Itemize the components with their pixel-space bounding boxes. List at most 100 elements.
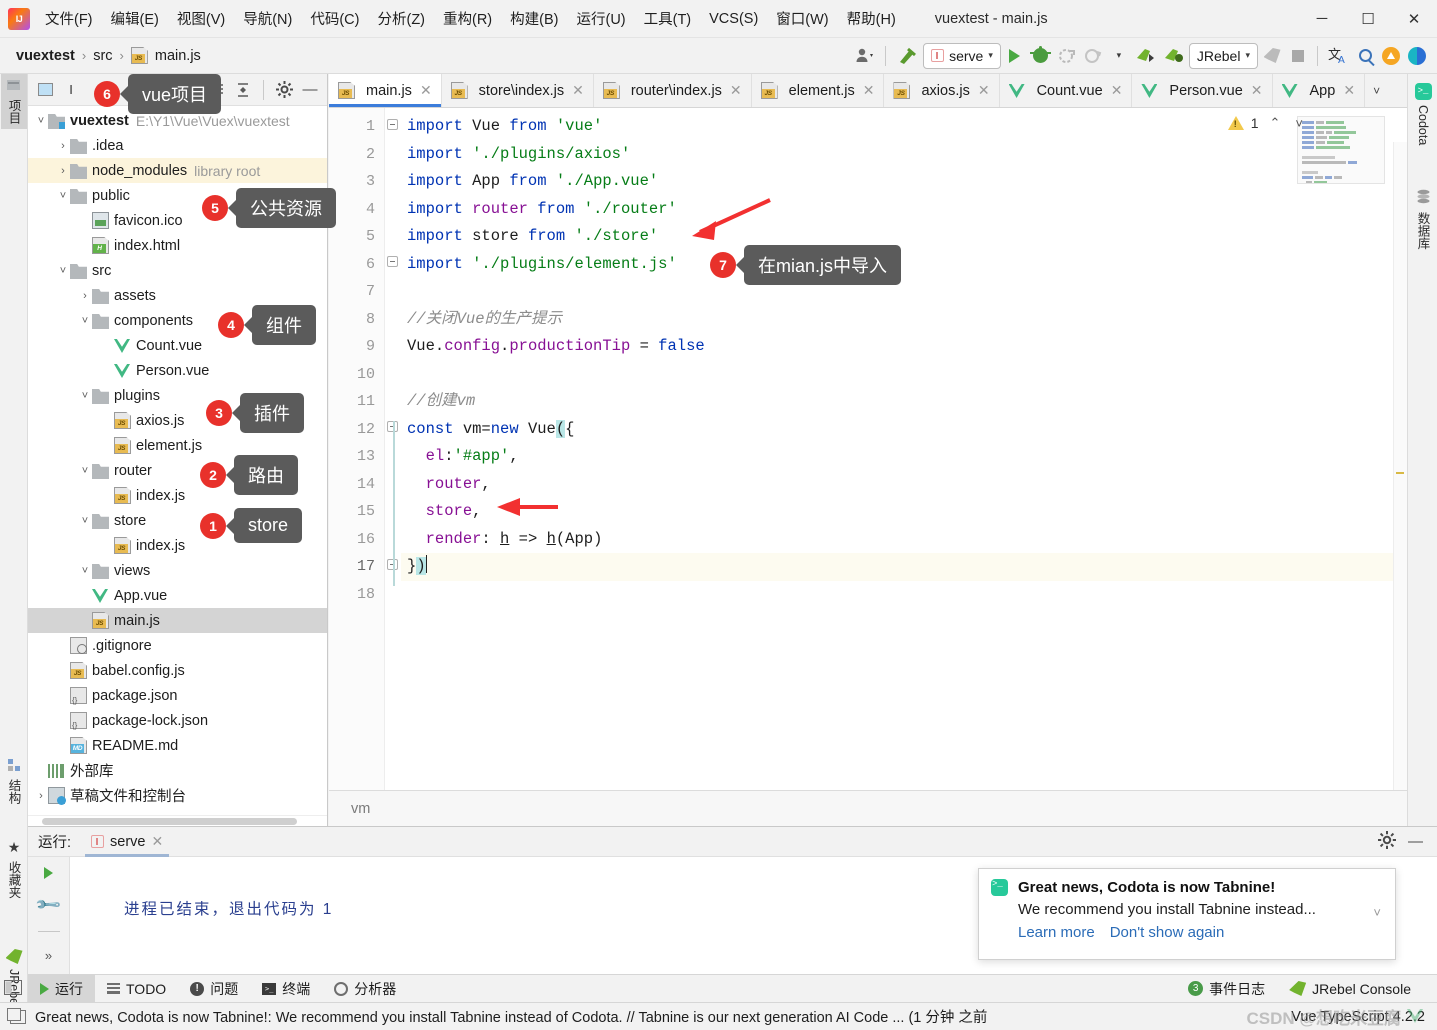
bottom-item-terminal[interactable]: >_ 终端 (250, 975, 322, 1003)
sidebar-item-favorites[interactable]: ★ 收藏夹 (1, 834, 27, 904)
project-horizontal-scrollbar[interactable] (28, 815, 327, 826)
code-line-14[interactable]: router, (401, 471, 1407, 499)
editor-tabs-overflow-icon[interactable]: ˅ (1365, 74, 1388, 107)
editor-right-gutter[interactable] (1393, 142, 1407, 826)
menu-item-file[interactable]: 文件(F) (36, 4, 102, 33)
editor-tab-router-index-js[interactable]: JS router\index.js ✕ (594, 74, 752, 107)
editor-tab-bar[interactable]: JS main.js ✕ JS store\index.js ✕ JS router\inde… (329, 74, 1407, 108)
hide-panel-icon[interactable]: — (1408, 833, 1423, 850)
code-line-9[interactable]: Vue.config.productionTip = false (401, 333, 1407, 361)
profile-dropdown-icon[interactable]: ▾ (1107, 43, 1131, 69)
bottom-item-event-log[interactable]: 3 事件日志 (1176, 975, 1277, 1003)
run-tab-serve[interactable]: serve ✕ (81, 827, 173, 857)
learn-more-link[interactable]: Learn more (1018, 924, 1095, 941)
fold-marker-line6[interactable] (387, 256, 398, 267)
tree-node-index-js[interactable]: JS index.js (28, 483, 327, 508)
editor-breadcrumb-bar[interactable]: vm (329, 790, 1407, 826)
tree-node--idea[interactable]: › .idea (28, 133, 327, 158)
code-line-12[interactable]: const vm=new Vue({ (401, 416, 1407, 444)
sidebar-item-database[interactable]: 数据库 (1410, 184, 1436, 255)
tree-node-草稿文件和控制台[interactable]: › 草稿文件和控制台 (28, 783, 327, 808)
breadcrumb-src[interactable]: src (91, 46, 114, 66)
menu-item-tools[interactable]: 工具(T) (635, 4, 701, 33)
menu-item-analyze[interactable]: 分析(Z) (368, 4, 434, 33)
chevron-down-icon[interactable]: ˅ (78, 390, 92, 402)
settings-gear-icon[interactable] (1378, 831, 1396, 852)
bottom-item-run[interactable]: 运行 (28, 974, 95, 1003)
sidebar-item-project[interactable]: 项目 (1, 74, 27, 129)
tree-node-favicon-ico[interactable]: favicon.ico (28, 208, 327, 233)
bottom-item-jrebel-console[interactable]: JRebel Console (1277, 975, 1423, 1003)
code-line-5[interactable]: import store from './store' (401, 223, 1407, 251)
codota-icon[interactable] (1405, 43, 1429, 69)
editor-tab-person-vue[interactable]: Person.vue ✕ (1132, 74, 1273, 107)
tree-node-axios-js[interactable]: JS axios.js (28, 408, 327, 433)
code-line-7[interactable] (401, 278, 1407, 306)
status-message[interactable]: Great news, Codota is now Tabnine!: We r… (35, 1006, 987, 1027)
translate-icon[interactable]: 文A (1325, 43, 1351, 69)
tree-node-readme-md[interactable]: MD README.md (28, 733, 327, 758)
breadcrumb-file[interactable]: main.js (153, 46, 203, 66)
stop-icon[interactable] (1286, 43, 1310, 69)
minimize-button[interactable]: ─ (1299, 0, 1345, 38)
chevron-right-icon[interactable]: › (56, 140, 70, 152)
menu-item-build[interactable]: 构建(B) (501, 4, 567, 33)
code-text[interactable]: import Vue from 'vue' import './plugins/a… (401, 108, 1407, 826)
hide-panel-icon[interactable]: — (299, 79, 321, 101)
code-editor[interactable]: 1 2 3 4 5 6 7 8 9 10 11 12 13 14 15 16 17 18 import Vue f… (329, 108, 1407, 826)
chevron-down-icon[interactable]: ˅ (56, 265, 70, 277)
update-icon[interactable] (1379, 43, 1403, 69)
editor-tab-element-js[interactable]: JS element.js ✕ (752, 74, 885, 107)
fold-marker-line1[interactable] (387, 119, 398, 130)
editor-tab-axios-js[interactable]: JS axios.js ✕ (884, 74, 1000, 107)
tree-node-package-lock-json[interactable]: package-lock.json (28, 708, 327, 733)
tree-node-plugins[interactable]: ˅ plugins (28, 383, 327, 408)
close-icon[interactable]: ✕ (572, 82, 584, 99)
menu-item-vcs[interactable]: VCS(S) (700, 7, 767, 31)
close-icon[interactable]: ✕ (1343, 82, 1355, 99)
chevron-down-icon[interactable]: ˅ (56, 190, 70, 202)
menu-item-navigate[interactable]: 导航(N) (234, 4, 301, 33)
editor-tab-count-vue[interactable]: Count.vue ✕ (1000, 74, 1133, 107)
code-line-15[interactable]: store, (401, 498, 1407, 526)
tree-node-babel-config-js[interactable]: JS babel.config.js (28, 658, 327, 683)
run-icon[interactable] (1003, 43, 1027, 69)
menu-item-view[interactable]: 视图(V) (168, 4, 234, 33)
status-framework-version[interactable]: Vue TypeScript 4.2.2 (1291, 1009, 1425, 1025)
tree-node-views[interactable]: ˅ views (28, 558, 327, 583)
tree-node-src[interactable]: ˅ src (28, 258, 327, 283)
maximize-button[interactable]: ☐ (1345, 0, 1391, 38)
tree-node-外部库[interactable]: 外部库 (28, 758, 327, 783)
chevron-right-icon[interactable]: › (78, 290, 92, 302)
tree-node-package-json[interactable]: package.json (28, 683, 327, 708)
tree-node-node_modules[interactable]: › node_modules library root (28, 158, 327, 183)
code-line-17[interactable]: }) (401, 553, 1407, 581)
user-avatar-icon[interactable] (852, 43, 878, 69)
expand-all-icon[interactable] (232, 79, 254, 101)
tree-node-person-vue[interactable]: Person.vue (28, 358, 327, 383)
menu-item-code[interactable]: 代码(C) (301, 4, 368, 33)
menu-item-help[interactable]: 帮助(H) (838, 4, 905, 33)
previous-problem-icon[interactable]: ⌃ (1266, 115, 1285, 131)
code-line-13[interactable]: el:'#app', (401, 443, 1407, 471)
tree-node-store[interactable]: ˅ store (28, 508, 327, 533)
next-problem-icon[interactable]: ˅ (1291, 116, 1307, 131)
jrebel-stop-icon[interactable] (1260, 43, 1284, 69)
run-configuration-selector[interactable]: serve ▾ (923, 42, 1001, 69)
run-with-coverage-icon[interactable] (1055, 43, 1079, 69)
code-line-3[interactable]: import App from './App.vue' (401, 168, 1407, 196)
code-line-16[interactable]: render: h => h(App) (401, 526, 1407, 554)
close-icon[interactable]: ✕ (863, 82, 875, 99)
bottom-item-todo[interactable]: TODO (95, 975, 178, 1003)
chevron-right-icon[interactable]: › (56, 165, 70, 177)
search-everywhere-icon[interactable] (1353, 43, 1377, 69)
tree-node-index-html[interactable]: Hindex.html (28, 233, 327, 258)
tree-node-components[interactable]: ˅ components (28, 308, 327, 333)
close-icon[interactable]: ✕ (1111, 82, 1123, 99)
jrebel-run-icon[interactable] (1133, 43, 1159, 69)
dont-show-again-link[interactable]: Don't show again (1110, 924, 1225, 941)
menu-item-window[interactable]: 窗口(W) (767, 4, 837, 33)
project-scope-icon[interactable] (34, 79, 56, 101)
chevron-right-icon[interactable]: › (34, 790, 48, 802)
tree-node-vuextest[interactable]: ˅ vuextest E:\Y1\Vue\Vuex\vuextest (28, 108, 327, 133)
